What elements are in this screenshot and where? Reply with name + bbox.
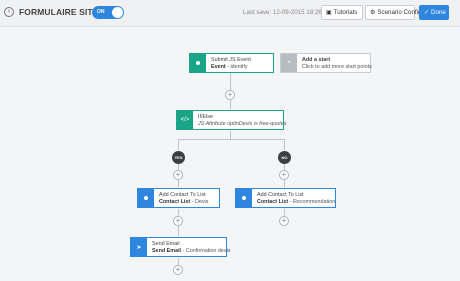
- add-start-node[interactable]: + Add a start Click to add more start po…: [280, 53, 372, 73]
- connector-line: [178, 163, 179, 170]
- add-step-button[interactable]: +: [279, 216, 289, 226]
- connector-line: [284, 209, 285, 216]
- toggle-label: ON: [97, 9, 105, 15]
- connector-line: [284, 180, 285, 187]
- paper-plane-icon: ➤: [131, 238, 147, 256]
- tutorials-button[interactable]: ▣ Tutorials: [321, 5, 363, 20]
- book-icon: ▣: [326, 10, 332, 16]
- node-detail-value: - Devis: [191, 199, 209, 205]
- last-save-text: Last save: 12-09-2015 18:26:19: [243, 9, 331, 16]
- connector-line: [284, 139, 285, 150]
- connector-line: [178, 139, 285, 140]
- scenario-config-label: Scenario Config: [377, 9, 422, 16]
- add-step-button[interactable]: +: [225, 90, 235, 100]
- node-detail: Event - identify: [211, 64, 248, 70]
- connector-line: [178, 180, 179, 187]
- done-button[interactable]: ✓ Done: [419, 5, 449, 20]
- connector-line: [230, 131, 231, 139]
- send-email-node[interactable]: ➤ Send Email Send Email - Confirmation d…: [130, 237, 231, 257]
- node-detail-value: - Recommendation: [289, 199, 336, 205]
- done-label: Done: [431, 9, 446, 16]
- node-detail-key: Contact List: [159, 199, 191, 205]
- connector-line: [230, 73, 231, 90]
- branch-no-badge: NO: [278, 151, 291, 164]
- node-title: Add Contact To List: [257, 192, 304, 198]
- connector-line: [230, 100, 231, 109]
- node-detail: Send Email - Confirmation devis: [152, 248, 231, 254]
- connector-line: [178, 209, 179, 216]
- add-step-button[interactable]: +: [173, 170, 183, 180]
- node-title: Send Email: [152, 241, 180, 247]
- trigger-node[interactable]: Submit JS Event Event - identify: [189, 53, 274, 73]
- add-step-button[interactable]: +: [173, 216, 183, 226]
- scenario-config-button[interactable]: ⚙ Scenario Config: [365, 5, 421, 20]
- node-detail-key: Contact List: [257, 199, 289, 205]
- connector-line: [178, 226, 179, 236]
- node-detail-key: Send Email: [152, 248, 182, 254]
- node-detail: Click to add more start points: [302, 64, 372, 70]
- connector-line: [284, 163, 285, 170]
- node-detail-key: Event: [211, 64, 226, 70]
- bullet-icon: [190, 54, 206, 72]
- toggle-knob: [112, 7, 123, 18]
- add-step-button[interactable]: +: [173, 265, 183, 275]
- node-detail: Contact List - Devis: [159, 199, 208, 205]
- node-title: Submit JS Event: [211, 57, 251, 63]
- node-detail-value: - Confirmation devis: [182, 248, 231, 254]
- node-title: If/Else: [198, 114, 213, 120]
- bullet-icon: [236, 189, 252, 207]
- branch-yes-badge: YES: [172, 151, 185, 164]
- back-icon[interactable]: ‹: [4, 7, 14, 17]
- connector-line: [178, 139, 179, 150]
- code-icon: </>: [177, 111, 193, 129]
- add-step-button[interactable]: +: [279, 170, 289, 180]
- node-title: Add Contact To List: [159, 192, 206, 198]
- add-contact-node-no[interactable]: Add Contact To List Contact List - Recom…: [235, 188, 336, 208]
- tutorials-label: Tutorials: [333, 9, 358, 16]
- top-bar: ‹ FORMULAIRE SITE WEB ON Last save: 12-0…: [0, 0, 460, 27]
- node-detail: JS Attribute optinDevis is free-quotes: [198, 121, 287, 127]
- node-detail: Contact List - Recommendation: [257, 199, 335, 205]
- node-detail-value: - identify: [227, 64, 248, 70]
- add-contact-node-yes[interactable]: Add Contact To List Contact List - Devis: [137, 188, 220, 208]
- bullet-icon: [138, 189, 154, 207]
- ifelse-node[interactable]: </> If/Else JS Attribute optinDevis is f…: [176, 110, 287, 130]
- workflow-canvas: Submit JS Event Event - identify + Add a…: [0, 28, 460, 281]
- node-title: Add a start: [302, 57, 331, 63]
- connector-line: [178, 258, 179, 265]
- check-icon: ✓: [424, 10, 430, 16]
- plus-icon: +: [281, 54, 297, 72]
- gear-icon: ⚙: [370, 10, 376, 16]
- scenario-toggle[interactable]: ON: [92, 6, 124, 19]
